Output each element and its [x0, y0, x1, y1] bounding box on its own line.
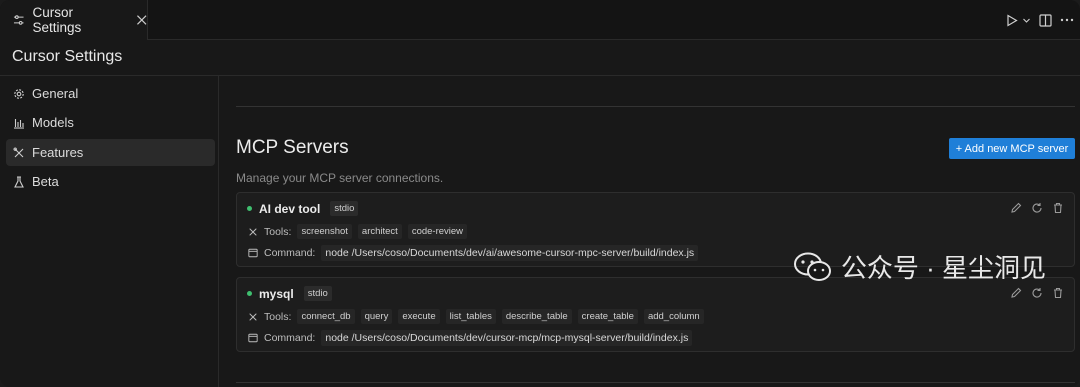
- more-actions-button[interactable]: [1060, 10, 1074, 30]
- editor-actions: [1006, 0, 1074, 40]
- settings-sidebar: General Models Features Beta: [0, 76, 219, 387]
- tool-tag: list_tables: [445, 309, 496, 324]
- sidebar-item-label: Beta: [32, 174, 59, 189]
- tool-tag: execute: [398, 309, 440, 324]
- tool-tag: add_column: [643, 309, 704, 324]
- tool-tag: architect: [357, 224, 402, 239]
- edit-icon[interactable]: [1010, 287, 1022, 299]
- divider: [236, 106, 1075, 107]
- page-title: Cursor Settings: [12, 48, 123, 65]
- tool-tag: code-review: [407, 224, 468, 239]
- tools-icon: [249, 227, 257, 236]
- transport-badge: stdio: [303, 286, 332, 301]
- settings-header: Cursor Settings: [0, 40, 1080, 76]
- play-icon: [1007, 13, 1018, 27]
- tab-label: Cursor Settings: [32, 5, 82, 35]
- sliders-icon: [13, 15, 24, 25]
- command-label: Command:: [264, 332, 316, 344]
- sidebar-item-features[interactable]: Features: [6, 139, 215, 166]
- status-dot: [247, 291, 252, 296]
- trash-icon[interactable]: [1052, 287, 1064, 299]
- sidebar-item-label: General: [32, 86, 79, 101]
- sidebar-item-beta[interactable]: Beta: [6, 168, 215, 195]
- tools-icon: [249, 312, 257, 321]
- section-subtitle: Manage your MCP server connections.: [236, 171, 444, 185]
- bar-chart-icon: [14, 118, 24, 129]
- gear-icon: [14, 88, 24, 99]
- server-name: mysql: [259, 286, 294, 301]
- sidebar-item-models[interactable]: Models: [6, 109, 215, 136]
- terminal-icon: [248, 333, 258, 343]
- terminal-icon: [248, 248, 258, 258]
- card-actions: [1010, 287, 1064, 299]
- tool-tag: connect_db: [297, 309, 355, 324]
- tools-label: Tools:: [264, 225, 292, 238]
- tool-tag: describe_table: [501, 309, 572, 324]
- mcp-server-card: mysql stdio Tools: connect_db query exec…: [236, 277, 1075, 352]
- more-icon: [1060, 18, 1074, 22]
- run-button[interactable]: [1006, 10, 1031, 30]
- sidebar-item-general[interactable]: General: [6, 80, 215, 107]
- tool-tag: screenshot: [297, 224, 352, 239]
- split-editor-icon: [1039, 13, 1052, 27]
- wechat-logo-icon: [793, 252, 831, 281]
- tab-cursor-settings[interactable]: Cursor Settings: [0, 0, 148, 40]
- tools-icon: [13, 146, 24, 157]
- watermark: 公众号 · 星尘洞见: [793, 248, 1046, 285]
- add-mcp-server-button[interactable]: + Add new MCP server: [949, 138, 1075, 159]
- section-title: MCP Servers: [236, 137, 349, 158]
- refresh-icon[interactable]: [1031, 287, 1043, 299]
- sidebar-item-label: Models: [32, 115, 74, 130]
- edit-icon[interactable]: [1010, 202, 1022, 214]
- refresh-icon[interactable]: [1031, 202, 1043, 214]
- chevron-down-icon: [1023, 18, 1030, 23]
- tools-label: Tools:: [264, 310, 292, 323]
- settings-window: Cursor Settings Cursor Settings General …: [0, 0, 1080, 387]
- server-name: AI dev tool: [259, 201, 321, 216]
- status-dot: [247, 206, 252, 211]
- card-actions: [1010, 202, 1064, 214]
- tool-tag: query: [360, 309, 393, 324]
- trash-icon[interactable]: [1052, 202, 1064, 214]
- watermark-text: 公众号 · 星尘洞见: [840, 253, 1046, 283]
- tab-bar: Cursor Settings: [0, 0, 1080, 40]
- close-icon[interactable]: [136, 14, 147, 26]
- tool-tag: create_table: [577, 309, 638, 324]
- divider: [236, 382, 1075, 383]
- sidebar-item-label: Features: [32, 145, 84, 160]
- command-label: Command:: [264, 247, 316, 259]
- split-editor-button[interactable]: [1039, 10, 1052, 30]
- transport-badge: stdio: [330, 201, 359, 216]
- command-value: node /Users/coso/Documents/dev/ai/awesom…: [321, 245, 699, 261]
- settings-main: MCP Servers Manage your MCP server conne…: [220, 76, 1080, 387]
- flask-icon: [14, 175, 24, 188]
- command-value: node /Users/coso/Documents/dev/cursor-mc…: [321, 330, 693, 346]
